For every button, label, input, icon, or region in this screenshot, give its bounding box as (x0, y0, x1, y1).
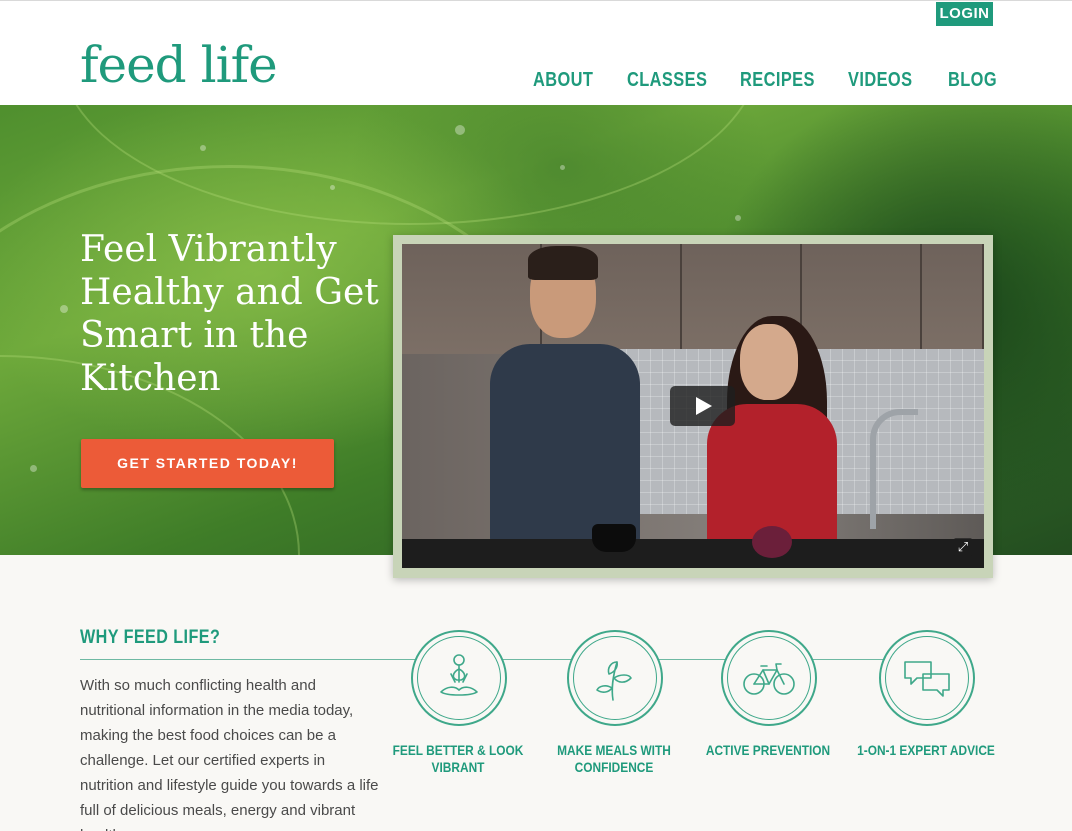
mortar-bowl (592, 524, 636, 552)
water-drop (560, 165, 565, 170)
site-header: feed life LOGIN ABOUT CLASSES RECIPES VI… (0, 0, 1072, 105)
feature-label: 1-ON-1 EXPERT ADVICE (857, 742, 995, 758)
video-frame: ⤢ (393, 235, 993, 578)
water-drop (30, 465, 37, 472)
chat-bubbles-icon (879, 630, 975, 726)
water-drop (330, 185, 335, 190)
man-figure (490, 344, 640, 544)
nav-item-classes[interactable]: CLASSES (627, 69, 707, 92)
why-section-title: WHY FEED LIFE? (80, 627, 221, 648)
faucet (870, 409, 918, 529)
woman-head (740, 324, 798, 400)
meditation-icon (411, 630, 507, 726)
video-player[interactable]: ⤢ (402, 244, 984, 568)
water-drop (60, 305, 68, 313)
play-icon[interactable] (670, 386, 735, 426)
nav-item-videos[interactable]: VIDEOS (848, 69, 912, 92)
bicycle-icon (721, 630, 817, 726)
water-drop (735, 215, 741, 221)
water-drop (455, 125, 465, 135)
man-hair (528, 246, 598, 280)
kitchen-cabinet (922, 244, 984, 354)
feature-label: FEEL BETTER & LOOK VIBRANT (392, 742, 524, 775)
hero-title: Feel Vibrantly Healthy and Get Smart in … (80, 229, 379, 399)
nav-item-recipes[interactable]: RECIPES (740, 69, 815, 92)
why-section-body: With so much conflicting health and nutr… (80, 677, 379, 831)
login-button[interactable]: LOGIN (936, 2, 993, 26)
kitchen-counter (402, 539, 984, 568)
nav-item-about[interactable]: ABOUT (533, 69, 593, 92)
red-cabbage (752, 526, 792, 558)
kitchen-cabinet (802, 244, 922, 354)
water-drop (200, 145, 206, 151)
plant-icon (567, 630, 663, 726)
feature-label: ACTIVE PREVENTION (705, 742, 831, 758)
nav-item-blog[interactable]: BLOG (948, 69, 997, 92)
kitchen-cabinet (402, 244, 542, 354)
fullscreen-icon[interactable]: ⤢ (954, 538, 972, 556)
feature-label: MAKE MEALS WITH CONFIDENCE (557, 742, 671, 775)
get-started-button[interactable]: GET STARTED TODAY! (81, 439, 334, 488)
main-nav: ABOUT CLASSES RECIPES VIDEOS BLOG (0, 69, 1072, 95)
